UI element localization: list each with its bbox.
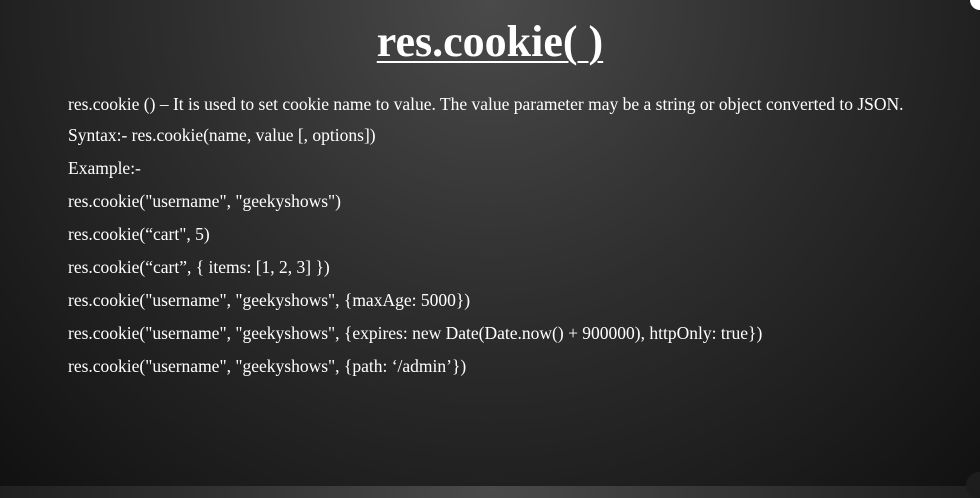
example-line-5: res.cookie("username", "geekyshows", {ex…: [68, 323, 763, 343]
slide-title: res.cookie( ): [376, 17, 604, 66]
slide: res.cookie( ) res.cookie () – It is used…: [0, 0, 980, 498]
example-line-4: res.cookie("username", "geekyshows", {ma…: [68, 290, 471, 310]
example-line-1: res.cookie("username", "geekyshows"): [68, 191, 342, 211]
slide-content: res.cookie () – It is used to set cookie…: [68, 94, 958, 389]
syntax-text: Syntax:- res.cookie(name, value [, optio…: [68, 125, 376, 145]
example-line-2: res.cookie(“cart", 5): [68, 224, 210, 244]
example-label: Example:-: [68, 158, 141, 178]
example-line-3: res.cookie(“cart”, { items: [1, 2, 3] }): [68, 257, 330, 277]
corner-decoration-bottom: [966, 472, 980, 498]
example-line-6: res.cookie("username", "geekyshows", {pa…: [68, 356, 467, 376]
description-text: res.cookie () – It is used to set cookie…: [68, 94, 904, 114]
corner-decoration: [970, 0, 980, 10]
